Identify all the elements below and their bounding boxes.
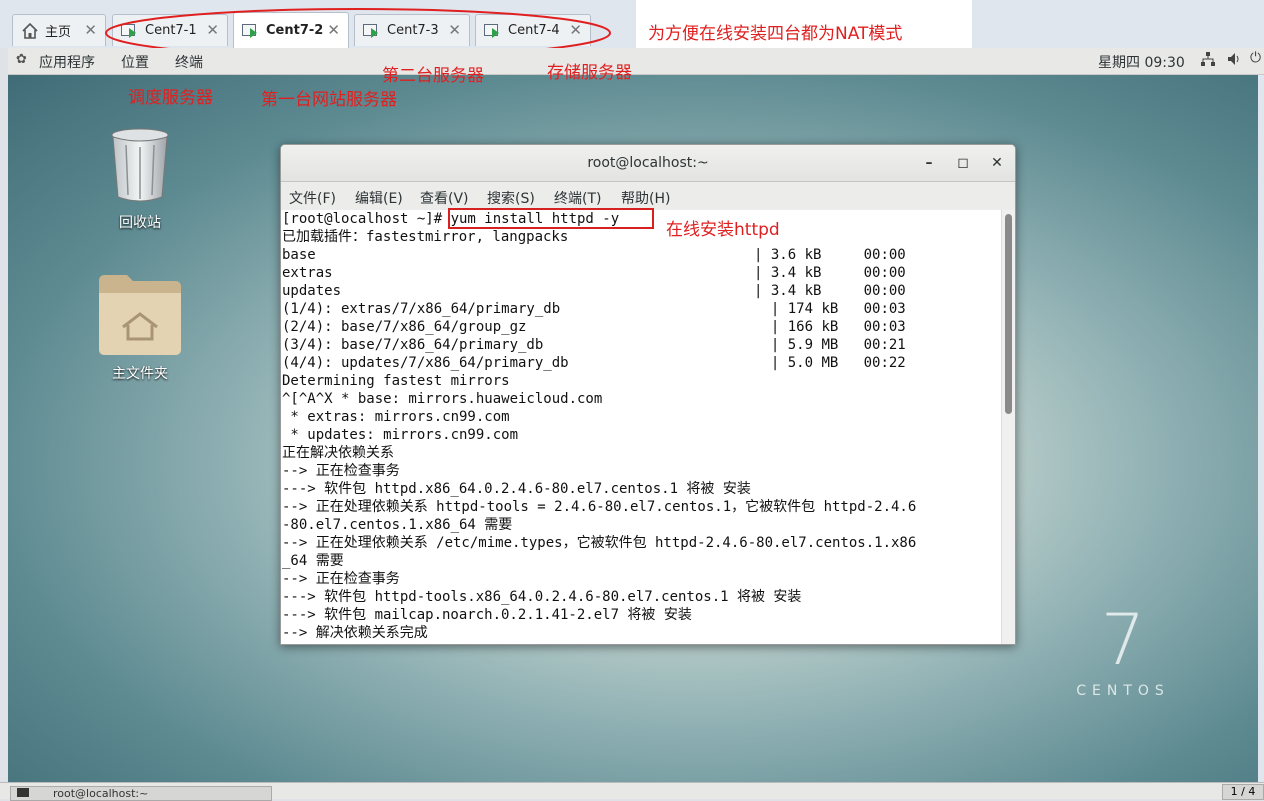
terminal-line: ---> 软件包 httpd.x86_64.0.2.4.6-80.el7.cen…: [282, 481, 751, 497]
terminal-line: updates | 3.4 kB 00:00: [282, 283, 906, 299]
menu-places[interactable]: 位置: [121, 52, 149, 72]
terminal-menubar: 文件(F) 编辑(E) 查看(V) 搜索(S) 终端(T) 帮助(H): [281, 182, 1015, 211]
terminal-line: ---> 软件包 mailcap.noarch.0.2.1.41-2.el7 将…: [282, 607, 692, 623]
menu-terminal[interactable]: 终端: [175, 52, 203, 72]
volume-icon[interactable]: [1226, 51, 1242, 71]
annotation-second-server: 第二台服务器: [382, 66, 484, 86]
terminal-line: --> 正在检查事务: [282, 571, 400, 587]
terminal-line: (1/4): extras/7/x86_64/primary_db | 174 …: [282, 301, 906, 317]
annotation-storage-server: 存储服务器: [547, 63, 632, 83]
menu-edit[interactable]: 编辑(E): [355, 188, 403, 208]
terminal-line: Determining fastest mirrors: [282, 373, 510, 389]
terminal-line: --> 解决依赖关系完成: [282, 625, 428, 641]
home-folder-icon[interactable]: [97, 271, 183, 357]
terminal-output[interactable]: [root@localhost ~]# yum install httpd -y…: [281, 210, 1001, 644]
window-edge: [0, 48, 8, 782]
power-icon[interactable]: ⏻: [1250, 50, 1261, 66]
terminal-line: (3/4): base/7/x86_64/primary_db | 5.9 MB…: [282, 337, 906, 353]
annotation-scheduler-server: 调度服务器: [128, 88, 213, 108]
annotation-command-box: [448, 208, 654, 229]
minimize-icon[interactable]: –: [917, 145, 941, 181]
workspace-pager-label: 1 / 4: [1230, 785, 1256, 798]
terminal-line: --> 正在检查事务: [282, 463, 400, 479]
centos-watermark: 7 CENTOS: [1076, 599, 1170, 699]
menu-search[interactable]: 搜索(S): [487, 188, 535, 208]
gnome-foot-icon: ✿: [16, 52, 27, 67]
network-icon[interactable]: [1200, 51, 1216, 71]
window-edge: [1258, 75, 1264, 782]
window-title: root@localhost:~: [587, 155, 709, 171]
clock[interactable]: 星期四 09:30: [1098, 52, 1185, 72]
terminal-scrollbar[interactable]: [1001, 210, 1015, 644]
terminal-line: _64 需要: [282, 553, 344, 569]
taskbar-item-label: root@localhost:~: [53, 787, 149, 800]
menu-applications[interactable]: 应用程序: [39, 52, 95, 72]
terminal-line: (4/4): updates/7/x86_64/primary_db | 5.0…: [282, 355, 906, 371]
terminal-line: base | 3.6 kB 00:00: [282, 247, 906, 263]
terminal-line: --> 正在处理依赖关系 httpd-tools = 2.4.6-80.el7.…: [282, 499, 917, 515]
close-icon[interactable]: ✕: [985, 145, 1009, 181]
terminal-icon: [17, 788, 29, 797]
gnome-top-bar: ✿ 应用程序 位置 终端 星期四 09:30 ⏻: [8, 48, 1264, 75]
terminal-line: * extras: mirrors.cn99.com: [282, 409, 510, 425]
terminal-line: (2/4): base/7/x86_64/group_gz | 166 kB 0…: [282, 319, 906, 335]
annotation-first-web-server: 第一台网站服务器: [261, 90, 397, 110]
maximize-icon[interactable]: ◻: [951, 145, 975, 181]
terminal-line: ^[^A^X * base: mirrors.huaweicloud.com: [282, 391, 603, 407]
menu-file[interactable]: 文件(F): [289, 188, 336, 208]
menu-terminal[interactable]: 终端(T): [554, 188, 601, 208]
terminal-titlebar[interactable]: root@localhost:~ – ◻ ✕: [281, 145, 1015, 182]
trash-label: 回收站: [119, 215, 161, 231]
terminal-line: 正在解决依赖关系: [282, 445, 394, 461]
taskbar-item-terminal[interactable]: root@localhost:~: [10, 786, 272, 801]
annotation-nat-note: 为方便在线安装四台都为NAT模式: [648, 24, 903, 44]
scrollbar-thumb[interactable]: [1005, 214, 1012, 414]
annotation-install-httpd: 在线安装httpd: [666, 220, 780, 240]
menu-view[interactable]: 查看(V): [420, 188, 469, 208]
bottom-taskbar: root@localhost:~ 1 / 4: [0, 782, 1264, 801]
trash-icon[interactable]: [108, 127, 172, 205]
terminal-line: 已加载插件：fastestmirror, langpacks: [282, 229, 569, 245]
terminal-line: extras | 3.4 kB 00:00: [282, 265, 906, 281]
home-folder-label: 主文件夹: [112, 366, 168, 382]
terminal-line: ---> 软件包 httpd-tools.x86_64.0.2.4.6-80.e…: [282, 589, 802, 605]
terminal-line: * updates: mirrors.cn99.com: [282, 427, 519, 443]
terminal-line: --> 正在处理依赖关系 /etc/mime.types，它被软件包 httpd…: [282, 535, 917, 551]
terminal-line: -80.el7.centos.1.x86_64 需要: [282, 517, 513, 533]
menu-help[interactable]: 帮助(H): [621, 188, 670, 208]
